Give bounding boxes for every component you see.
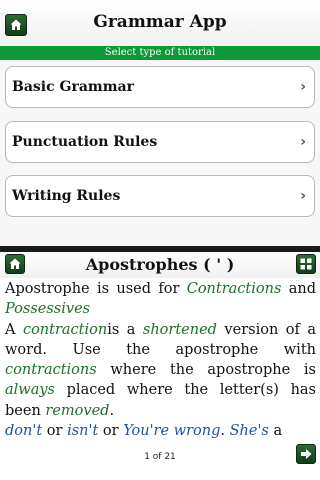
highlight-term: Possessives — [5, 301, 91, 318]
lesson-text: or — [42, 423, 68, 440]
page-counter: 1 of 21 — [144, 452, 176, 462]
subtitle-bar: Select type of tutorial — [0, 46, 320, 60]
highlight-term: contraction — [22, 321, 108, 338]
menu-item-label: Punctuation Rules — [12, 134, 158, 150]
lesson-text: where the apostrophe is — [96, 362, 316, 379]
lesson-text: . — [109, 402, 115, 419]
lesson-paragraph: A contractionis a shortened version of a… — [5, 320, 316, 421]
example-term: She's — [229, 423, 269, 440]
example-term: isn't — [67, 423, 99, 440]
chevron-right-icon: › — [300, 134, 306, 150]
lesson-paragraph: Apostrophe is used for Contractions and … — [5, 279, 316, 320]
next-button[interactable] — [296, 444, 316, 464]
lesson-text: is a — [107, 321, 143, 338]
menu-item-basic-grammar[interactable]: Basic Grammar › — [5, 66, 315, 108]
app-title: Grammar App — [93, 12, 227, 32]
example-term: You're wrong — [123, 423, 221, 440]
lesson-body: Apostrophe is used for Contractions and … — [5, 279, 316, 462]
lesson-header: Apostrophes ( ' ) — [0, 252, 320, 278]
app-header: Grammar App — [0, 0, 320, 46]
highlight-term: always — [5, 382, 55, 399]
lesson-text: . — [220, 423, 230, 440]
lesson-text: Apostrophe is used for — [5, 281, 187, 297]
menu-item-label: Writing Rules — [12, 188, 121, 204]
lesson-text: or — [98, 423, 124, 440]
chevron-right-icon: › — [300, 188, 306, 204]
menu-item-label: Basic Grammar — [12, 79, 134, 95]
grid-button[interactable] — [296, 254, 316, 274]
menu-item-punctuation-rules[interactable]: Punctuation Rules › — [5, 121, 315, 163]
grid-icon — [300, 258, 312, 270]
highlight-term: contractions — [5, 362, 97, 379]
example-term: don't — [5, 423, 43, 440]
highlight-term: removed — [45, 402, 110, 419]
highlight-term: Contractions — [186, 281, 282, 297]
arrow-right-icon — [301, 449, 312, 459]
lesson-text: A — [5, 321, 23, 338]
chevron-right-icon: › — [300, 79, 306, 95]
highlight-term: shortened — [142, 321, 217, 338]
lesson-title: Apostrophes ( ' ) — [85, 255, 235, 274]
tutorial-menu: Basic Grammar › Punctuation Rules › Writ… — [0, 60, 320, 246]
lesson-text: and — [281, 281, 316, 297]
lesson-footer: 1 of 21 — [0, 442, 320, 480]
menu-item-writing-rules[interactable]: Writing Rules › — [5, 175, 315, 217]
